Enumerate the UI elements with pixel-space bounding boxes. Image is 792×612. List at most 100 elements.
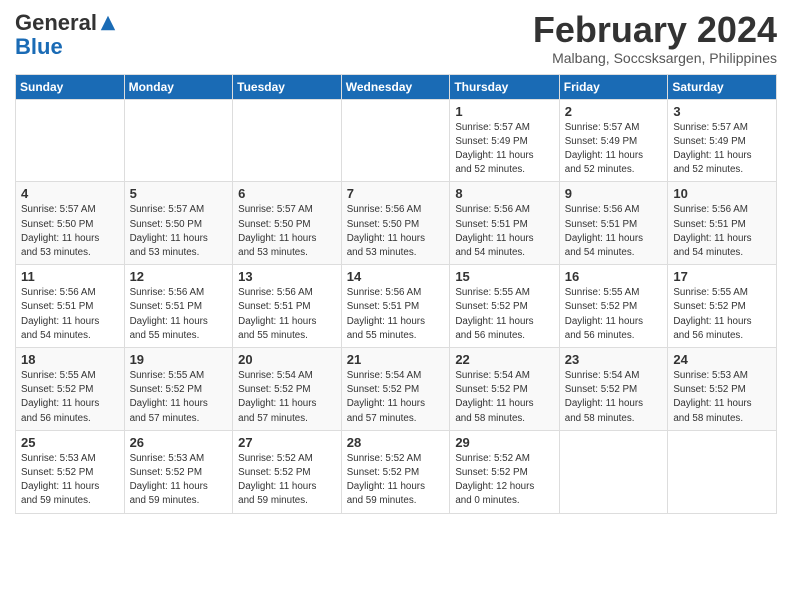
cell-info: Sunrise: 5:53 AM Sunset: 5:52 PM Dayligh… (21, 452, 119, 509)
month-title: February 2024 (533, 10, 777, 50)
cell-info: Sunrise: 5:57 AM Sunset: 5:50 PM Dayligh… (21, 203, 119, 260)
logo-icon (99, 14, 117, 32)
calendar-cell: 19Sunrise: 5:55 AM Sunset: 5:52 PM Dayli… (124, 348, 233, 431)
calendar-week-2: 11 Sunrise: 5:56 AM Sunset: 5:51 PM Dayli… (16, 265, 777, 348)
cell-info: Sunrise: 5:57 AM Sunset: 5:49 PM Dayligh… (565, 121, 663, 178)
cell-info: Sunrise: 5:57 AM Sunset: 5:49 PM Dayligh… (673, 121, 771, 178)
calendar-cell: 3 Sunrise: 5:57 AM Sunset: 5:49 PM Daylig… (668, 99, 777, 182)
cell-day-number: 20 (238, 352, 336, 367)
cell-info: Sunrise: 5:54 AM Sunset: 5:52 PM Dayligh… (455, 369, 553, 426)
cell-info: Sunrise: 5:52 AM Sunset: 5:52 PM Dayligh… (238, 452, 336, 509)
calendar-cell: 29 Sunrise: 5:52 AM Sunset: 5:52 PM Dayli… (450, 430, 559, 513)
cell-day-number: 1 (455, 104, 553, 119)
calendar-week-1: 4 Sunrise: 5:57 AM Sunset: 5:50 PM Daylig… (16, 182, 777, 265)
calendar-cell: 7 Sunrise: 5:56 AM Sunset: 5:50 PM Daylig… (341, 182, 450, 265)
calendar-cell: 22 Sunrise: 5:54 AM Sunset: 5:52 PM Dayli… (450, 348, 559, 431)
header-wednesday: Wednesday (341, 74, 450, 99)
logo-blue-text: Blue (15, 36, 63, 58)
cell-info: Sunrise: 5:56 AM Sunset: 5:51 PM Dayligh… (21, 286, 119, 343)
calendar-cell (124, 99, 233, 182)
page-header: General Blue February 2024 Malbang, Socc… (15, 10, 777, 66)
calendar-cell: 17Sunrise: 5:55 AM Sunset: 5:52 PM Dayli… (668, 265, 777, 348)
cell-info: Sunrise: 5:55 AM Sunset: 5:52 PM Dayligh… (455, 286, 553, 343)
cell-day-number: 4 (21, 186, 119, 201)
cell-day-number: 19 (130, 352, 228, 367)
calendar-header: SundayMondayTuesdayWednesdayThursdayFrid… (16, 74, 777, 99)
header-saturday: Saturday (668, 74, 777, 99)
cell-info: Sunrise: 5:55 AM Sunset: 5:52 PM Dayligh… (565, 286, 663, 343)
cell-day-number: 10 (673, 186, 771, 201)
calendar-cell: 9Sunrise: 5:56 AM Sunset: 5:51 PM Daylig… (559, 182, 668, 265)
cell-day-number: 2 (565, 104, 663, 119)
cell-info: Sunrise: 5:53 AM Sunset: 5:52 PM Dayligh… (673, 369, 771, 426)
cell-info: Sunrise: 5:52 AM Sunset: 5:52 PM Dayligh… (347, 452, 445, 509)
calendar-cell: 15 Sunrise: 5:55 AM Sunset: 5:52 PM Dayli… (450, 265, 559, 348)
calendar-cell (233, 99, 342, 182)
cell-day-number: 29 (455, 435, 553, 450)
cell-day-number: 25 (21, 435, 119, 450)
calendar-table: SundayMondayTuesdayWednesdayThursdayFrid… (15, 74, 777, 514)
cell-info: Sunrise: 5:54 AM Sunset: 5:52 PM Dayligh… (565, 369, 663, 426)
logo-general: General (15, 10, 97, 36)
cell-day-number: 6 (238, 186, 336, 201)
cell-day-number: 14 (347, 269, 445, 284)
calendar-cell: 8 Sunrise: 5:56 AM Sunset: 5:51 PM Daylig… (450, 182, 559, 265)
cell-day-number: 15 (455, 269, 553, 284)
calendar-body: 1 Sunrise: 5:57 AM Sunset: 5:49 PM Daylig… (16, 99, 777, 513)
calendar-cell (668, 430, 777, 513)
cell-info: Sunrise: 5:56 AM Sunset: 5:51 PM Dayligh… (673, 203, 771, 260)
calendar-cell: 24 Sunrise: 5:53 AM Sunset: 5:52 PM Dayli… (668, 348, 777, 431)
cell-info: Sunrise: 5:56 AM Sunset: 5:51 PM Dayligh… (455, 203, 553, 260)
cell-info: Sunrise: 5:56 AM Sunset: 5:51 PM Dayligh… (238, 286, 336, 343)
calendar-cell (559, 430, 668, 513)
calendar-cell: 2 Sunrise: 5:57 AM Sunset: 5:49 PM Daylig… (559, 99, 668, 182)
cell-day-number: 3 (673, 104, 771, 119)
calendar-cell: 14 Sunrise: 5:56 AM Sunset: 5:51 PM Dayli… (341, 265, 450, 348)
cell-info: Sunrise: 5:56 AM Sunset: 5:50 PM Dayligh… (347, 203, 445, 260)
cell-info: Sunrise: 5:56 AM Sunset: 5:51 PM Dayligh… (347, 286, 445, 343)
header-thursday: Thursday (450, 74, 559, 99)
calendar-cell: 4 Sunrise: 5:57 AM Sunset: 5:50 PM Daylig… (16, 182, 125, 265)
cell-day-number: 7 (347, 186, 445, 201)
header-sunday: Sunday (16, 74, 125, 99)
cell-day-number: 22 (455, 352, 553, 367)
calendar-cell (16, 99, 125, 182)
cell-day-number: 11 (21, 269, 119, 284)
cell-day-number: 21 (347, 352, 445, 367)
header-friday: Friday (559, 74, 668, 99)
calendar-cell: 13 Sunrise: 5:56 AM Sunset: 5:51 PM Dayli… (233, 265, 342, 348)
cell-day-number: 23 (565, 352, 663, 367)
cell-info: Sunrise: 5:56 AM Sunset: 5:51 PM Dayligh… (130, 286, 228, 343)
header-monday: Monday (124, 74, 233, 99)
calendar-cell: 16 Sunrise: 5:55 AM Sunset: 5:52 PM Dayli… (559, 265, 668, 348)
calendar-cell: 6 Sunrise: 5:57 AM Sunset: 5:50 PM Daylig… (233, 182, 342, 265)
cell-info: Sunrise: 5:54 AM Sunset: 5:52 PM Dayligh… (238, 369, 336, 426)
calendar-cell: 18Sunrise: 5:55 AM Sunset: 5:52 PM Dayli… (16, 348, 125, 431)
calendar-cell: 12 Sunrise: 5:56 AM Sunset: 5:51 PM Dayli… (124, 265, 233, 348)
cell-day-number: 16 (565, 269, 663, 284)
cell-day-number: 8 (455, 186, 553, 201)
calendar-cell: 20 Sunrise: 5:54 AM Sunset: 5:52 PM Dayli… (233, 348, 342, 431)
cell-day-number: 12 (130, 269, 228, 284)
cell-info: Sunrise: 5:57 AM Sunset: 5:50 PM Dayligh… (238, 203, 336, 260)
cell-day-number: 28 (347, 435, 445, 450)
calendar-cell: 11 Sunrise: 5:56 AM Sunset: 5:51 PM Dayli… (16, 265, 125, 348)
cell-info: Sunrise: 5:52 AM Sunset: 5:52 PM Dayligh… (455, 452, 553, 509)
cell-info: Sunrise: 5:53 AM Sunset: 5:52 PM Dayligh… (130, 452, 228, 509)
calendar-cell (341, 99, 450, 182)
calendar-week-0: 1 Sunrise: 5:57 AM Sunset: 5:49 PM Daylig… (16, 99, 777, 182)
header-tuesday: Tuesday (233, 74, 342, 99)
cell-day-number: 24 (673, 352, 771, 367)
cell-day-number: 26 (130, 435, 228, 450)
calendar-cell: 27 Sunrise: 5:52 AM Sunset: 5:52 PM Dayli… (233, 430, 342, 513)
cell-day-number: 27 (238, 435, 336, 450)
cell-info: Sunrise: 5:56 AM Sunset: 5:51 PM Dayligh… (565, 203, 663, 260)
calendar-cell: 23 Sunrise: 5:54 AM Sunset: 5:52 PM Dayli… (559, 348, 668, 431)
logo: General Blue (15, 10, 117, 58)
calendar-cell: 1Sunrise: 5:57 AM Sunset: 5:49 PM Daylig… (450, 99, 559, 182)
cell-day-number: 17 (673, 269, 771, 284)
calendar-cell: 25 Sunrise: 5:53 AM Sunset: 5:52 PM Dayli… (16, 430, 125, 513)
cell-day-number: 13 (238, 269, 336, 284)
calendar-cell: 10 Sunrise: 5:56 AM Sunset: 5:51 PM Dayli… (668, 182, 777, 265)
cell-info: Sunrise: 5:54 AM Sunset: 5:52 PM Dayligh… (347, 369, 445, 426)
